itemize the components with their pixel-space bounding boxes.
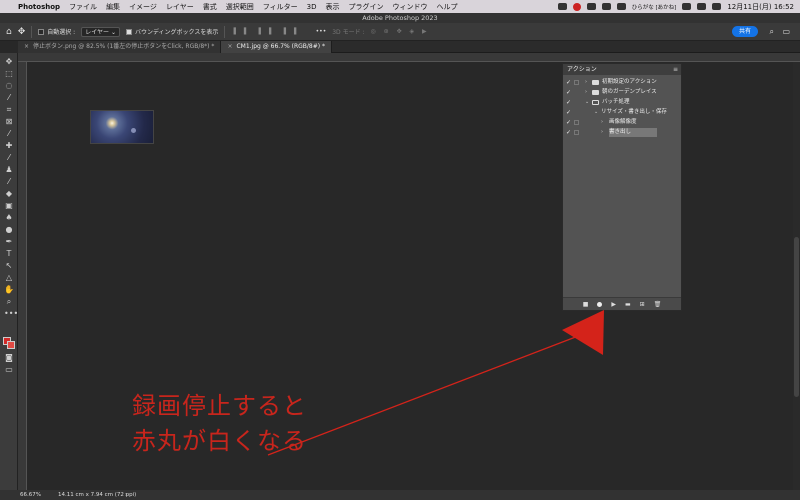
status-menu-icon[interactable]: › [125,490,127,500]
arrow-head [562,310,604,355]
annotation-text-line-1: 録画停止すると [132,392,307,420]
status-bar: 66.67% 14.11 cm x 7.94 cm (72 ppi) › [0,490,800,500]
annotation-arrow [267,310,604,456]
arrow-line [267,332,587,456]
zoom-level[interactable]: 66.67% [20,490,41,500]
annotation-text-line-2: 赤丸が白くなる [132,427,307,455]
